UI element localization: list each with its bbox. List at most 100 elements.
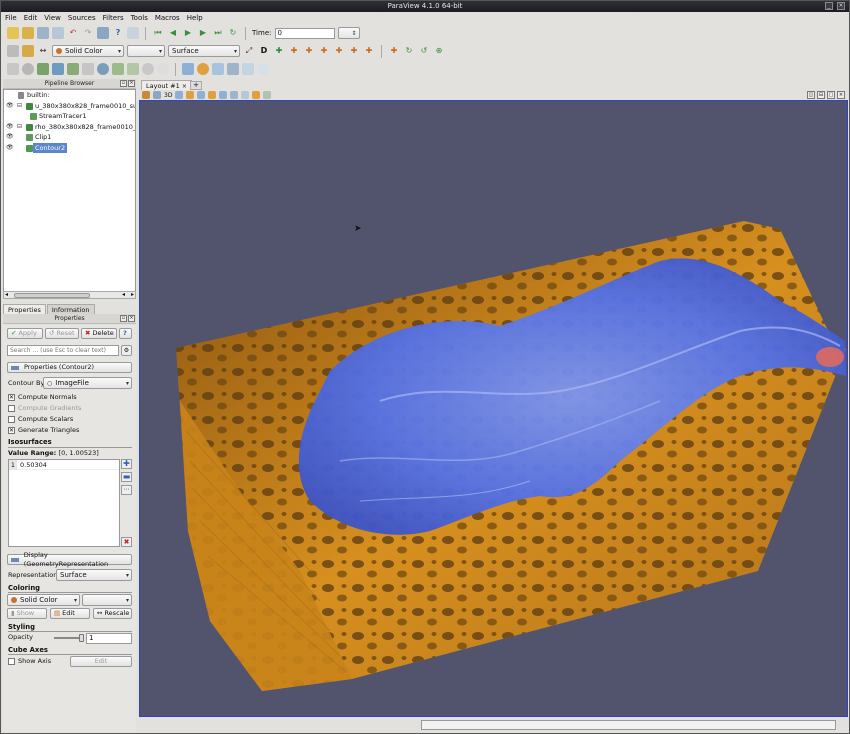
find-data-icon[interactable] — [127, 27, 139, 39]
play-icon[interactable]: ▶ — [182, 27, 194, 39]
close-button[interactable]: × — [837, 2, 845, 10]
reset-camera-icon[interactable]: ⤢ — [243, 45, 255, 57]
select-surface-cells-icon[interactable] — [175, 91, 184, 99]
color-by-combo[interactable]: Solid Color ▾ — [52, 45, 124, 57]
view-minus-y-icon[interactable]: ✚ — [333, 45, 345, 57]
tree-expander-icon[interactable]: ⊟ — [17, 122, 22, 133]
minimize-button[interactable]: _ — [825, 2, 833, 10]
select-block-icon[interactable] — [227, 63, 239, 75]
list-item[interactable]: 1 0.50304 — [9, 460, 119, 470]
float-dock-button[interactable]: ▫ — [120, 80, 127, 87]
split-horizontal-button[interactable]: ◫ — [807, 91, 815, 99]
add-layout-tab-button[interactable]: + — [190, 81, 202, 90]
view-minus-z-icon[interactable]: ✚ — [363, 45, 375, 57]
save-state-icon[interactable] — [52, 27, 64, 39]
select-frustum-icon[interactable] — [212, 63, 224, 75]
next-frame-icon[interactable]: ▶ — [197, 27, 209, 39]
pipeline-item-rho-data[interactable]: 👁 ⊟ rho_380x380x828_frame0010_su — [4, 122, 135, 133]
menu-edit[interactable]: Edit — [24, 14, 38, 22]
delete-button[interactable]: ✖ Delete — [81, 328, 117, 339]
tab-layout-1[interactable]: Layout #1 × — [141, 80, 192, 90]
view-plus-y-icon[interactable]: ✚ — [318, 45, 330, 57]
clip-icon[interactable] — [37, 63, 49, 75]
close-dock-button[interactable]: × — [128, 80, 135, 87]
maximize-view-button[interactable]: □ — [827, 91, 835, 99]
view-3d-toggle[interactable]: 3D — [164, 92, 172, 99]
menu-filters[interactable]: Filters — [103, 14, 124, 22]
select-surface-points-icon[interactable] — [186, 91, 195, 99]
close-view-button[interactable]: × — [837, 91, 845, 99]
compute-gradients-checkbox[interactable]: Compute Gradients — [8, 404, 81, 412]
extract-level-icon[interactable] — [157, 63, 169, 75]
view-plus-x-icon[interactable]: ✚ — [288, 45, 300, 57]
interactive-select-icon[interactable] — [242, 63, 254, 75]
scrollbar-thumb[interactable] — [14, 293, 90, 298]
loop-icon[interactable]: ↻ — [227, 27, 239, 39]
opacity-slider[interactable] — [54, 634, 84, 642]
clear-view-selection-icon[interactable] — [263, 91, 272, 99]
time-input[interactable]: 0 — [274, 27, 335, 39]
help-icon[interactable]: ? — [112, 27, 124, 39]
representation-combo-panel[interactable]: Surface ▾ — [56, 569, 132, 581]
render-view[interactable]: ➤ — [139, 100, 848, 717]
select-points-icon[interactable] — [197, 63, 209, 75]
apply-button[interactable]: ✔ Apply — [7, 328, 43, 339]
opacity-input[interactable]: 1 — [86, 633, 132, 644]
eye-icon[interactable]: 👁 — [6, 143, 14, 154]
save-data-icon[interactable] — [37, 27, 49, 39]
pipeline-item-contour2[interactable]: 👁 Contour2 — [4, 142, 135, 154]
warp-vector-icon[interactable] — [127, 63, 139, 75]
group-datasets-icon[interactable] — [142, 63, 154, 75]
edit-color-button[interactable]: ▤ Edit — [50, 608, 90, 619]
tree-expander-icon[interactable]: ⊟ — [17, 101, 22, 112]
split-vertical-button[interactable]: ⊟ — [817, 91, 825, 99]
view-plus-z-icon[interactable]: ✚ — [348, 45, 360, 57]
first-frame-icon[interactable]: ⏮ — [152, 27, 164, 39]
server-icon[interactable] — [7, 45, 19, 57]
help-button[interactable]: ? — [119, 328, 132, 339]
pipeline-item-builtin[interactable]: builtin: — [4, 90, 135, 101]
pipeline-horizontal-scrollbar[interactable]: ◂ ◂ ▸ — [3, 291, 136, 299]
compute-normals-checkbox[interactable]: ✕ Compute Normals — [8, 393, 77, 401]
glyph-icon[interactable] — [97, 63, 109, 75]
menu-help[interactable]: Help — [187, 14, 203, 22]
rescale-range-icon[interactable]: ↔ — [37, 45, 49, 57]
advanced-gear-icon[interactable]: ⚙ — [121, 345, 132, 356]
view-minus-x-icon[interactable]: ✚ — [303, 45, 315, 57]
compute-scalars-checkbox[interactable]: Compute Scalars — [8, 415, 73, 423]
clear-selection-icon[interactable] — [257, 63, 269, 75]
properties-section-toggle[interactable]: Properties (Contour2) — [7, 362, 132, 373]
contour-icon[interactable] — [22, 63, 34, 75]
show-axis-checkbox[interactable]: Show Axis — [8, 657, 51, 665]
tab-properties[interactable]: Properties — [3, 304, 46, 314]
color-map-icon[interactable] — [22, 45, 34, 57]
eye-icon[interactable]: 👁 — [6, 132, 14, 143]
pipeline-tree[interactable]: builtin: 👁 ⊟ u_380x380x828_frame0010_sub… — [3, 89, 136, 292]
coloring-component-combo[interactable]: ▾ — [82, 594, 132, 606]
eye-icon[interactable]: 👁 — [6, 122, 14, 133]
center-rotation-icon[interactable]: ✚ — [388, 45, 400, 57]
more-options-icon[interactable]: ⋯ — [121, 485, 132, 495]
scroll-left-icon[interactable]: ◂ — [122, 291, 125, 298]
view-settings-icon[interactable] — [142, 91, 150, 99]
rescale-button[interactable]: ↔ Rescale — [93, 608, 132, 619]
select-polygon-icon[interactable] — [219, 91, 228, 99]
pipeline-item-streamtracer1[interactable]: StreamTracer1 — [4, 111, 135, 122]
add-range-icon[interactable]: ▬ — [121, 472, 132, 482]
interactive-cells-icon[interactable] — [241, 91, 250, 99]
open-recent-icon[interactable] — [22, 27, 34, 39]
rotate-90-cw-icon[interactable]: ↻ — [403, 45, 415, 57]
threshold-icon[interactable] — [67, 63, 79, 75]
zoom-to-box-icon[interactable]: ⊕ — [433, 45, 445, 57]
reset-button[interactable]: ↺ Reset — [45, 328, 79, 339]
component-combo[interactable]: ▾ — [127, 45, 165, 57]
menu-view[interactable]: View — [44, 14, 61, 22]
search-input[interactable] — [7, 345, 119, 356]
previous-frame-icon[interactable]: ◀ — [167, 27, 179, 39]
coloring-combo[interactable]: Solid Color ▾ — [7, 594, 80, 606]
menu-tools[interactable]: Tools — [131, 14, 148, 22]
redo-icon[interactable]: ↷ — [82, 27, 94, 39]
close-dock-button[interactable]: × — [128, 315, 135, 322]
undo-icon[interactable]: ↶ — [67, 27, 79, 39]
calculator-icon[interactable] — [7, 63, 19, 75]
